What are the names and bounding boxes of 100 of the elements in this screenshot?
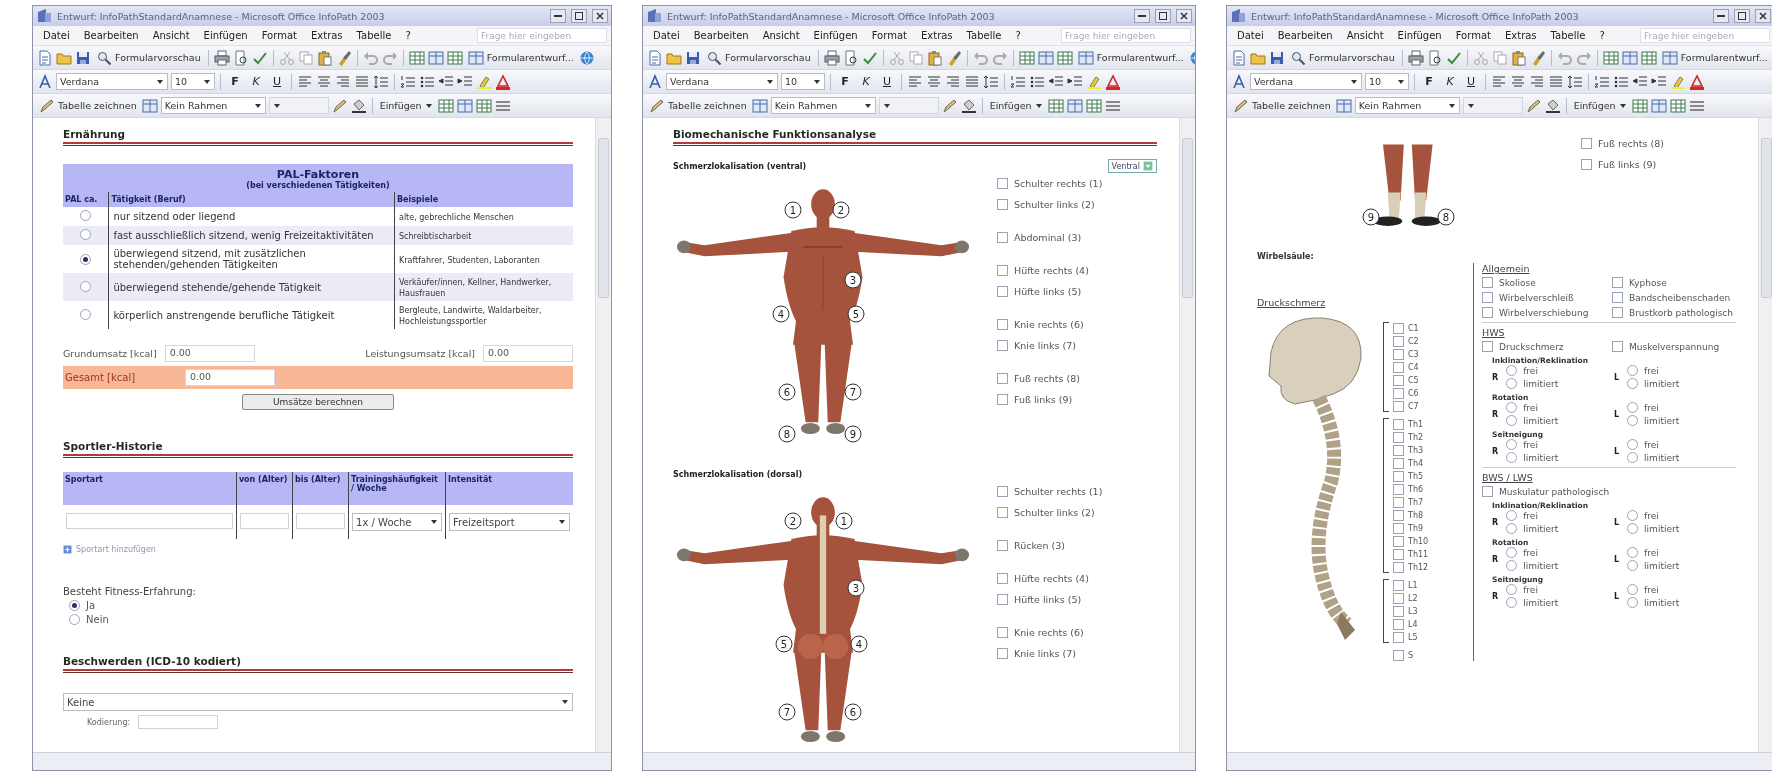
frequency-select[interactable]: 1x / Woche	[352, 513, 442, 531]
copy-icon[interactable]	[907, 49, 924, 66]
font-icon[interactable]	[647, 73, 663, 90]
table-icon[interactable]	[1631, 97, 1648, 114]
grid-icon[interactable]	[141, 97, 158, 114]
view-select[interactable]: Ventral	[1107, 159, 1157, 173]
preview-button[interactable]: Formularvorschau	[1288, 48, 1397, 67]
align-center-icon[interactable]	[926, 73, 942, 90]
input-field[interactable]	[138, 715, 219, 729]
bold-button[interactable]: F	[836, 72, 854, 91]
menu-item[interactable]: Datei	[37, 29, 76, 42]
preview-button[interactable]: Formularvorschau	[94, 48, 203, 67]
pencil-icon[interactable]	[1525, 97, 1542, 114]
checkbox[interactable]	[997, 199, 1008, 210]
menu-item[interactable]: Einfügen	[1391, 29, 1448, 42]
checkbox[interactable]	[997, 627, 1008, 638]
scissors-icon[interactable]	[278, 49, 295, 66]
maximize-button[interactable]	[1734, 9, 1750, 23]
radio-button[interactable]	[80, 229, 92, 240]
number-field[interactable]: 0.00	[483, 345, 573, 362]
table-icon[interactable]	[1047, 97, 1064, 114]
print-preview-icon[interactable]	[232, 49, 249, 66]
align-right-icon[interactable]	[335, 73, 351, 90]
radio-button[interactable]	[80, 280, 92, 292]
menu-item[interactable]: Format	[1449, 29, 1497, 42]
draw-table-button[interactable]: Tabelle zeichnen	[37, 96, 139, 115]
insert-button[interactable]: Einfügen	[377, 99, 435, 112]
font-select[interactable]: Verdana	[1250, 73, 1362, 90]
number-field[interactable]: 0.00	[164, 345, 255, 362]
italic-button[interactable]: K	[247, 72, 265, 91]
font-size-select[interactable]: 10	[171, 73, 215, 90]
checkbox[interactable]	[1393, 496, 1404, 508]
radio-button[interactable]	[1627, 415, 1639, 426]
checkbox[interactable]	[997, 573, 1008, 584]
printer-icon[interactable]	[823, 49, 840, 66]
italic-button[interactable]: K	[857, 72, 875, 91]
menu-item[interactable]: Extras	[914, 29, 959, 42]
checkbox[interactable]	[1393, 470, 1404, 482]
radio-button[interactable]	[1506, 378, 1518, 389]
checkbox[interactable]	[1393, 592, 1404, 604]
paint-bucket-icon[interactable]	[350, 97, 367, 114]
radio-button[interactable]	[1506, 439, 1518, 450]
checkbox[interactable]	[997, 265, 1008, 276]
minimize-button[interactable]	[550, 9, 566, 23]
menu-item[interactable]: Ansicht	[1340, 29, 1390, 42]
radio-button[interactable]	[80, 308, 92, 320]
bold-button[interactable]: F	[1420, 72, 1438, 91]
checkbox[interactable]	[1393, 579, 1404, 591]
menu-item[interactable]: Tabelle	[350, 29, 398, 42]
checkbox[interactable]	[1612, 277, 1623, 288]
underline-button[interactable]: U	[878, 72, 896, 91]
clipboard-icon[interactable]	[1510, 49, 1527, 66]
menu-item[interactable]: Bearbeiten	[77, 29, 145, 42]
checkbox[interactable]	[997, 594, 1008, 605]
intensity-select[interactable]: Freizeitsport	[448, 513, 570, 531]
checkbox[interactable]	[1393, 649, 1404, 661]
radio-button[interactable]	[1506, 510, 1518, 521]
new-document-icon[interactable]	[1231, 49, 1247, 66]
radio-button[interactable]	[1506, 547, 1518, 558]
checkbox[interactable]	[1393, 374, 1404, 386]
print-preview-icon[interactable]	[1426, 49, 1443, 66]
menu-item[interactable]: Extras	[304, 29, 349, 42]
help-search-field[interactable]: Frage hier eingeben	[1640, 28, 1770, 43]
radio-button[interactable]	[1627, 365, 1639, 376]
checkbox[interactable]	[997, 507, 1008, 518]
radio-button[interactable]	[80, 254, 92, 265]
checkbox[interactable]	[1393, 431, 1404, 443]
align-left-icon[interactable]	[1491, 73, 1507, 90]
new-document-icon[interactable]	[647, 49, 663, 66]
grid-icon[interactable]	[751, 97, 768, 114]
menu-item[interactable]: Ansicht	[756, 29, 806, 42]
table-icon[interactable]	[1669, 97, 1686, 114]
preview-button[interactable]: Formularvorschau	[704, 48, 813, 67]
menu-item[interactable]: Bearbeiten	[1271, 29, 1339, 42]
grid-icon[interactable]	[427, 49, 444, 66]
checkbox[interactable]	[1393, 561, 1404, 573]
radio-button[interactable]	[1627, 560, 1639, 571]
checkbox[interactable]	[1482, 307, 1493, 318]
checkbox[interactable]	[1482, 486, 1493, 497]
checkbox[interactable]	[1393, 444, 1404, 456]
checkbox[interactable]	[997, 319, 1008, 330]
radio-button[interactable]	[1627, 597, 1639, 608]
clipboard-icon[interactable]	[926, 49, 943, 66]
menu-item[interactable]: Datei	[647, 29, 686, 42]
menu-item[interactable]: Format	[865, 29, 913, 42]
input-field[interactable]	[239, 513, 289, 529]
close-button[interactable]	[1755, 9, 1771, 23]
close-button[interactable]	[592, 9, 608, 23]
checkbox[interactable]	[997, 486, 1008, 497]
checkbox[interactable]	[1393, 548, 1404, 560]
menu-item[interactable]: Extras	[1498, 29, 1543, 42]
menu-item[interactable]: ?	[1009, 29, 1027, 42]
font-select[interactable]: Verdana	[56, 73, 168, 90]
scrollbar[interactable]	[1758, 118, 1772, 752]
radio-button[interactable]	[69, 614, 80, 625]
menu-item[interactable]: Tabelle	[960, 29, 1008, 42]
draw-table-button[interactable]: Tabelle zeichnen	[647, 96, 749, 115]
font-color-icon[interactable]	[1105, 73, 1121, 90]
radio-button[interactable]	[1506, 560, 1518, 571]
line-spacing-icon[interactable]	[983, 73, 999, 90]
